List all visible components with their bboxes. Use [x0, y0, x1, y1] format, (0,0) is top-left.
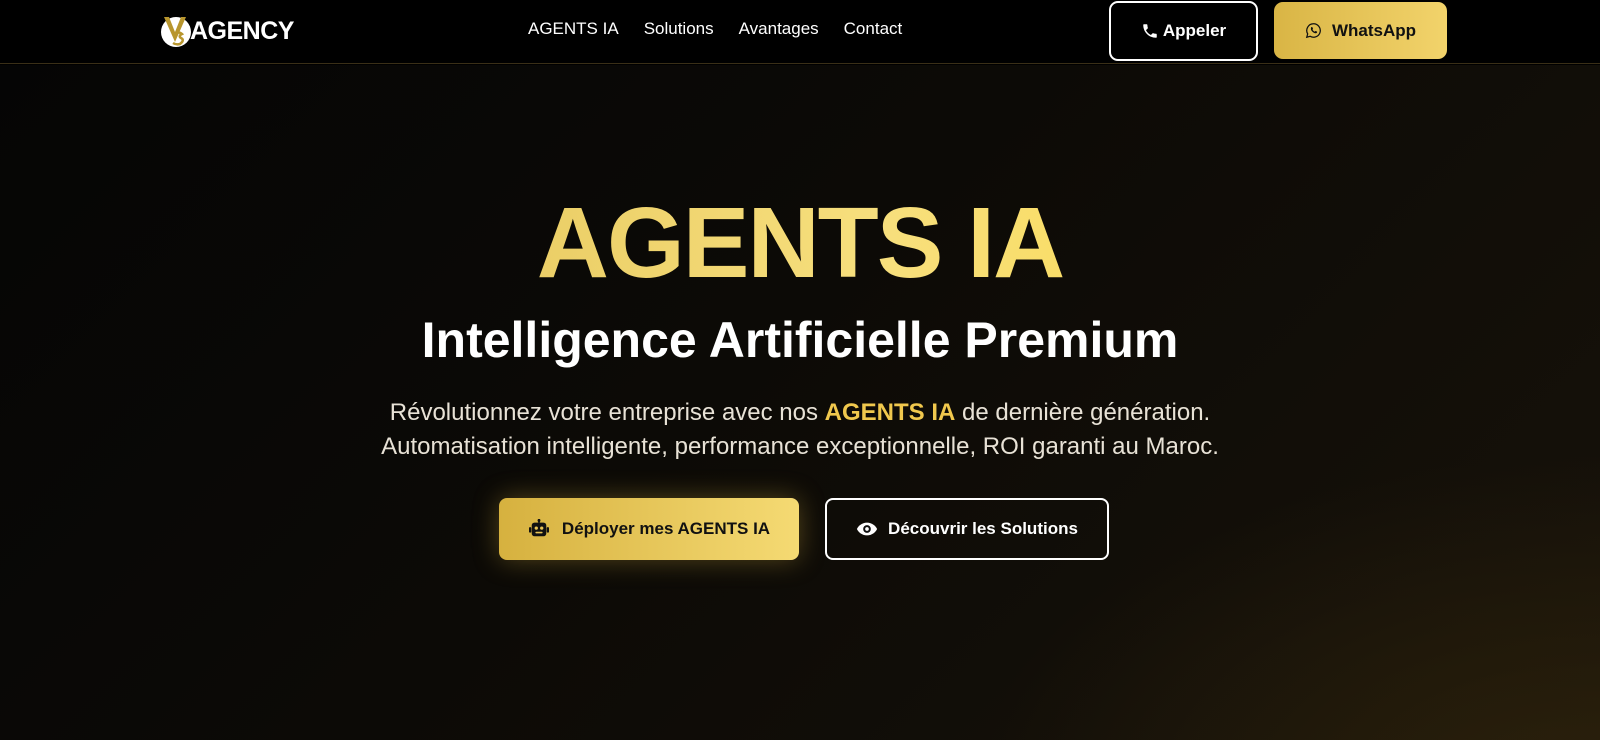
discover-solutions-button-label: Découvrir les Solutions [888, 519, 1078, 538]
whatsapp-button[interactable]: WhatsApp [1274, 2, 1447, 59]
robot-icon [528, 519, 550, 539]
nav-link-solutions[interactable]: Solutions [644, 19, 714, 39]
call-button-label: Appeler [1162, 21, 1227, 40]
nav-link-agents-ia[interactable]: AGENTS IA [528, 19, 619, 39]
hero-desc-suffix: de dernière génération. [955, 399, 1211, 426]
hero-title: AGENTS IA [0, 193, 1600, 293]
phone-icon [1141, 22, 1159, 40]
hero-desc-highlight: AGENTS IA [824, 399, 956, 426]
nav-link-contact[interactable]: Contact [844, 19, 903, 39]
eye-icon [856, 521, 878, 537]
deploy-agents-button[interactable]: Déployer mes AGENTS IA [499, 498, 799, 560]
logo[interactable]: AGENCY [160, 14, 294, 48]
navbar: AGENCY AGENTS IA Solutions Avantages Con… [0, 0, 1600, 64]
hero-desc-line2: Automatisation intelligente, performance… [381, 433, 1219, 460]
logo-text: AGENCY [190, 16, 294, 45]
discover-solutions-button[interactable]: Découvrir les Solutions [825, 498, 1109, 560]
logo-mark-icon [160, 14, 196, 48]
hero-subtitle: Intelligence Artificielle Premium [421, 312, 1179, 368]
hero-description: Révolutionnez votre entreprise avec nos … [0, 396, 1600, 464]
nav-links: AGENTS IA Solutions Avantages Contact [528, 19, 902, 39]
whatsapp-button-label: WhatsApp [1331, 20, 1417, 40]
deploy-agents-button-label: Déployer mes AGENTS IA [561, 519, 771, 538]
call-button[interactable]: Appeler [1109, 1, 1258, 61]
whatsapp-icon [1305, 22, 1322, 39]
nav-link-avantages[interactable]: Avantages [739, 19, 819, 39]
hero-section: AGENTS IA Intelligence Artificielle Prem… [0, 65, 1600, 740]
hero-desc-prefix: Révolutionnez votre entreprise avec nos [389, 399, 825, 426]
